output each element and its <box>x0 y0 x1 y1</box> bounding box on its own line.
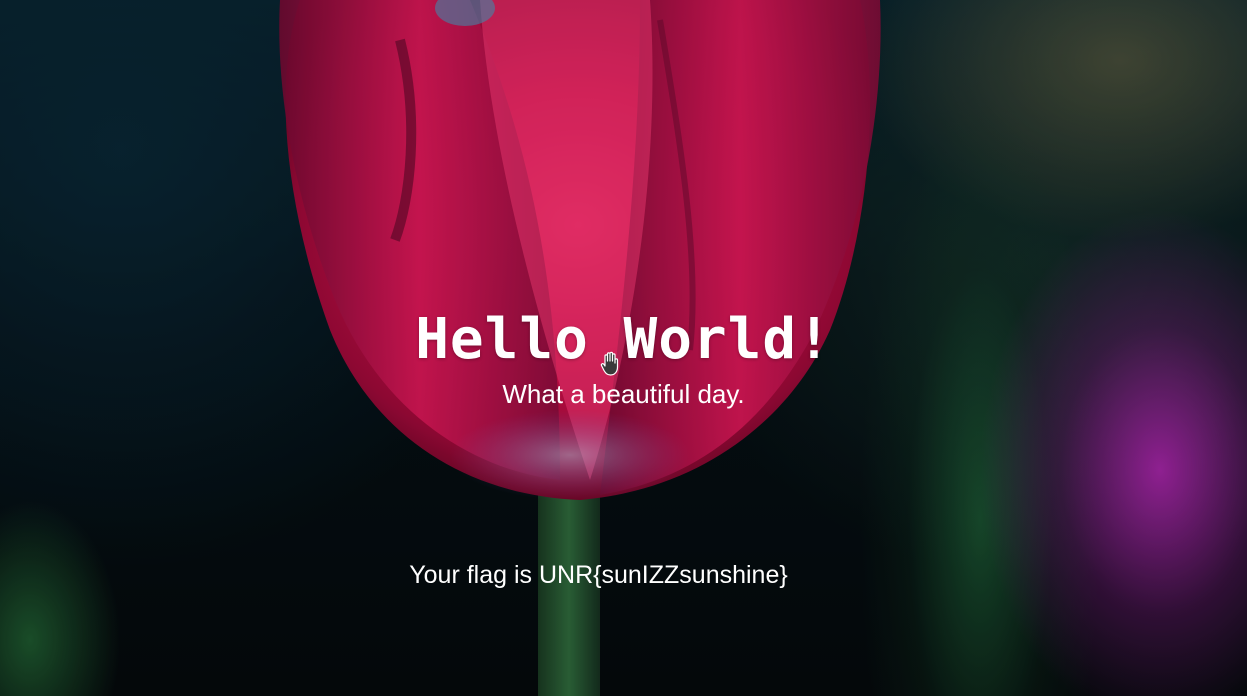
grab-hand-icon <box>600 351 619 376</box>
hero-subtitle: What a beautiful day. <box>502 379 745 409</box>
flag-text: Your flag is UNR{sunIZZsunshine} <box>409 561 788 589</box>
page-background: Hello World! What a beautiful day. Your … <box>0 0 1247 696</box>
